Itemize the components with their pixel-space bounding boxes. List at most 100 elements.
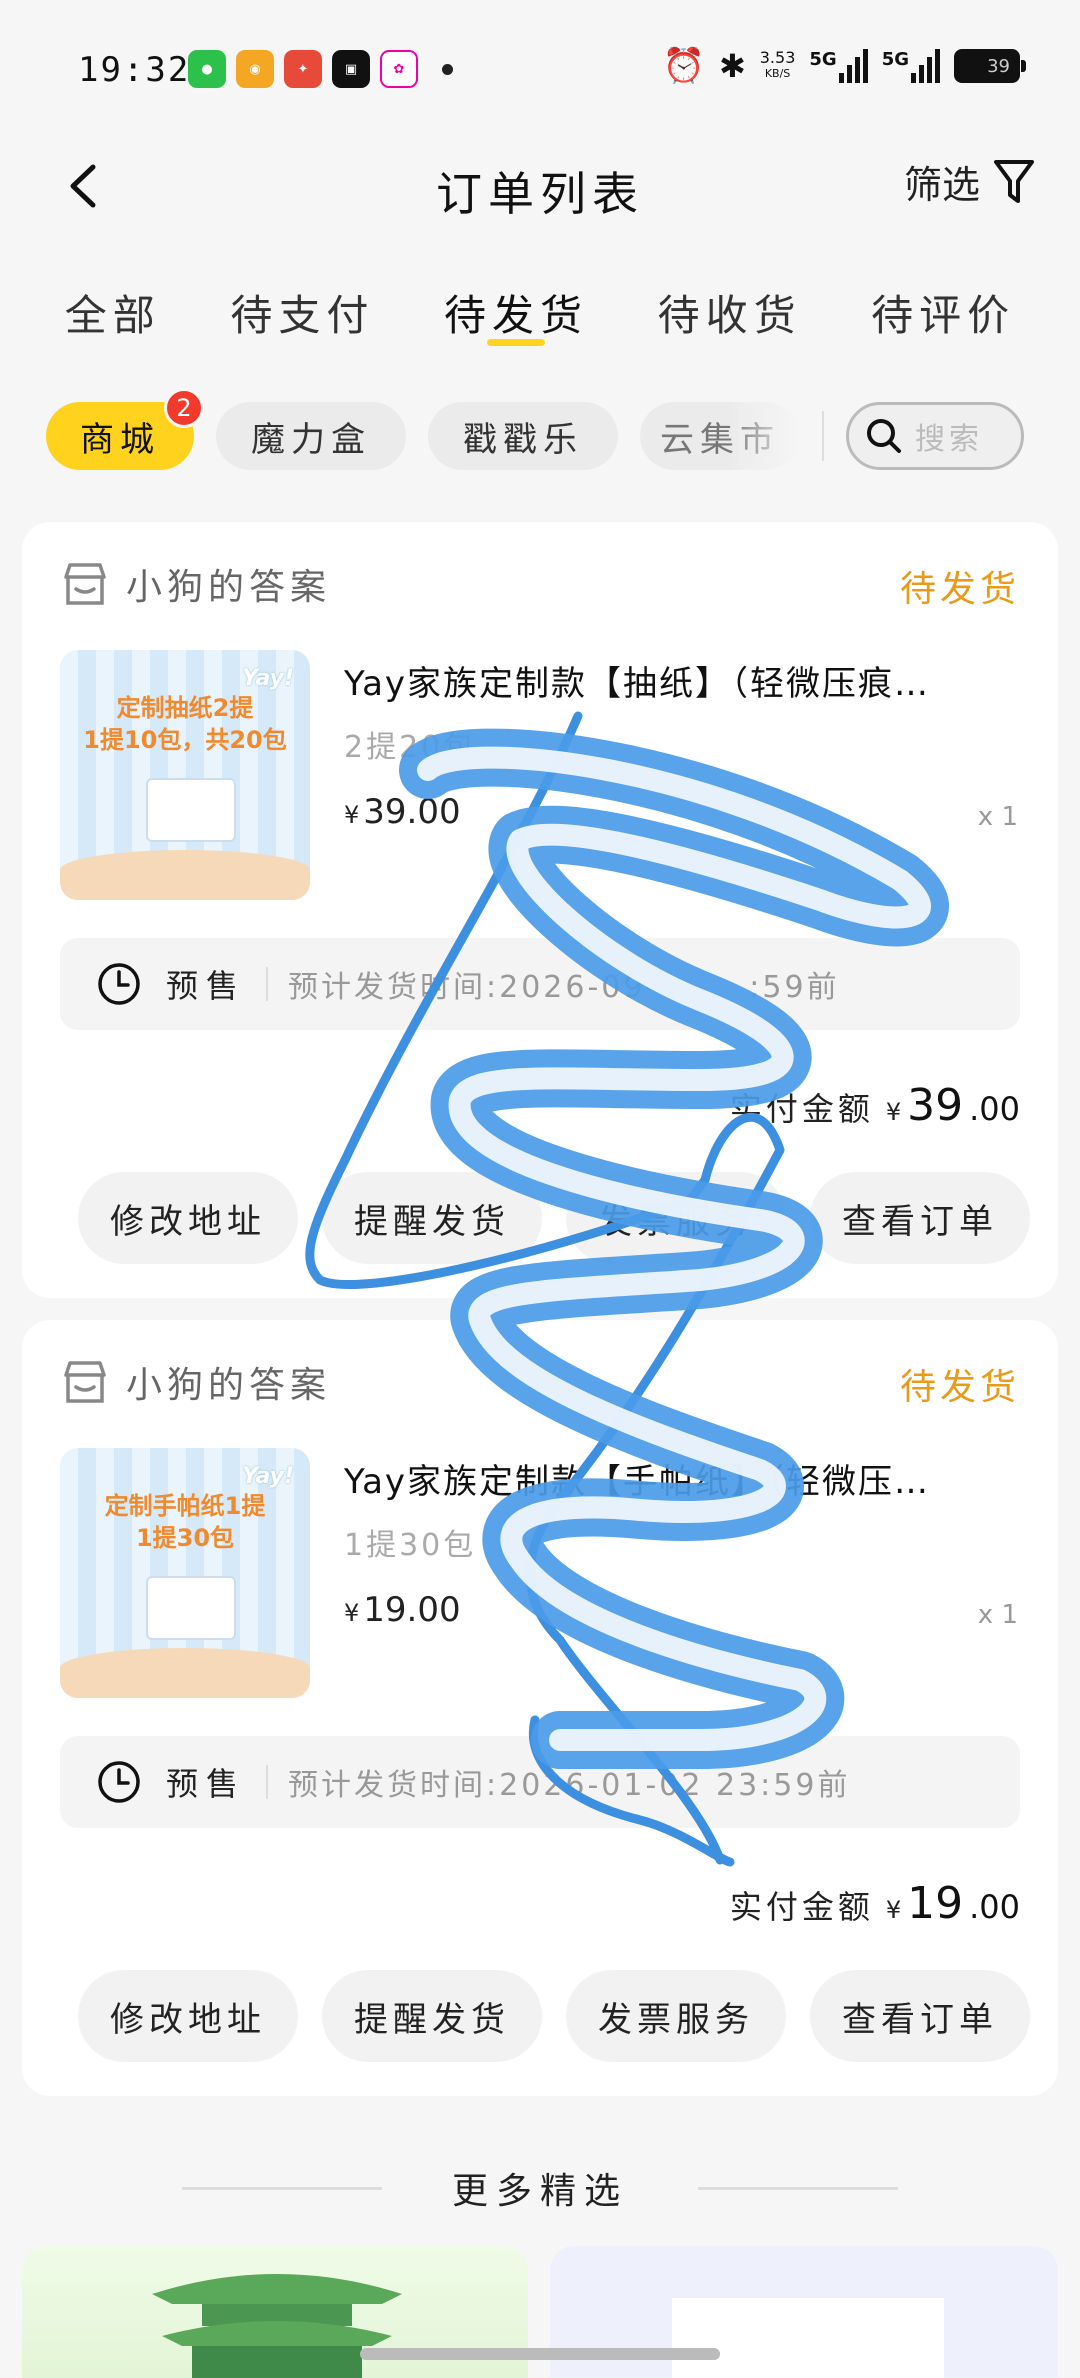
shop-name: 小狗的答案 xyxy=(126,567,332,608)
shop-icon xyxy=(64,563,106,605)
shop-icon xyxy=(64,1361,106,1403)
order-card[interactable]: 小狗的答案 待发货 Yay! 定制抽纸2提 1提10包，共20包 Yay家族定制… xyxy=(22,522,1058,1298)
order-status: 待发货 xyxy=(899,569,1020,610)
order-card[interactable]: 小狗的答案 待发货 Yay! 定制手帕纸1提 1提30包 Yay家族定制款【手帕… xyxy=(22,1320,1058,2096)
search-icon xyxy=(867,419,901,453)
product-spec: 2提20包 xyxy=(344,730,477,765)
total-paid: 实付金额 ¥ 39.00 xyxy=(730,1080,1020,1131)
chip-mall-label: 商城 xyxy=(80,419,160,460)
status-bar: 19:32 ● ◉ ✦ ▣ ✿ ⏰ ✱ 3.53 KB/S 5G 5G 39 xyxy=(0,0,1080,130)
category-chips: 商城 2 魔力盒 戳戳乐 云集市 搜索 xyxy=(46,388,1046,472)
product-image-brand: Yay! xyxy=(242,1464,294,1489)
battery-level: 39 xyxy=(987,55,1010,77)
shop-row[interactable]: 小狗的答案 xyxy=(60,1356,331,1408)
net-speed: 3.53 KB/S xyxy=(760,50,796,82)
price-symbol: ¥ xyxy=(344,801,360,829)
product-quantity: x 1 xyxy=(977,1600,1018,1630)
product-image-floor xyxy=(60,850,310,900)
tissue-box-illustration xyxy=(146,778,236,842)
product-image-brand: Yay! xyxy=(242,666,294,691)
total-paid: 实付金额 ¥ 19.00 xyxy=(730,1878,1020,1929)
view-order-button[interactable]: 查看订单 xyxy=(810,1970,1030,2062)
status-indicators: ⏰ ✱ 3.53 KB/S 5G 5G 39 xyxy=(662,46,1026,86)
presale-tag: 预售 xyxy=(166,1765,247,1803)
total-integer: 19 xyxy=(907,1878,964,1929)
chip-poke-fun[interactable]: 戳戳乐 xyxy=(428,402,618,470)
total-symbol: ¥ xyxy=(885,1098,902,1126)
more-title: 更多精选 xyxy=(451,2171,628,2212)
product-image[interactable]: Yay! 定制手帕纸1提 1提30包 xyxy=(60,1448,310,1698)
order-actions: 修改地址 提醒发货 发票服务 查看订单 xyxy=(78,1970,1048,2062)
product-image-text: 定制抽纸2提 1提10包，共20包 xyxy=(83,694,287,754)
presale-info: 预售 预计发货时间:2026-09- :59前 xyxy=(60,938,1020,1030)
search-button[interactable]: 搜索 xyxy=(846,402,1024,470)
invoice-service-button[interactable]: 发票服务 xyxy=(566,1172,786,1264)
chip-mall-badge: 2 xyxy=(164,388,204,428)
price-value: 39.00 xyxy=(363,792,461,832)
tab-pending-payment[interactable]: 待支付 xyxy=(230,270,374,360)
recommendation-image xyxy=(672,2298,944,2378)
more-notifications-dot xyxy=(442,63,453,75)
net-speed-value: 3.53 xyxy=(759,48,796,67)
presale-ship-time: 预计发货时间:2026-01-02 23:59前 xyxy=(288,1768,851,1803)
total-label: 实付金额 xyxy=(729,1090,874,1128)
tab-pending-review[interactable]: 待评价 xyxy=(871,270,1015,360)
signal-2-label: 5G xyxy=(881,49,909,70)
view-order-button[interactable]: 查看订单 xyxy=(810,1172,1030,1264)
chip-divider xyxy=(822,411,824,461)
header: 订单列表 筛选 xyxy=(0,130,1080,240)
product-image-text: 定制手帕纸1提 1提30包 xyxy=(104,1492,266,1552)
status-time: 19:32 xyxy=(78,50,191,90)
presale-divider xyxy=(266,967,269,1001)
wechat-icon: ● xyxy=(188,50,226,88)
filter-button[interactable]: 筛选 xyxy=(904,154,1036,209)
modify-address-button[interactable]: 修改地址 xyxy=(78,1172,298,1264)
signal-1-label: 5G xyxy=(809,49,837,70)
total-integer: 39 xyxy=(907,1080,964,1131)
weibo-icon: ◉ xyxy=(236,50,274,88)
shop-row[interactable]: 小狗的答案 xyxy=(60,558,331,610)
alarm-icon: ⏰ xyxy=(662,46,705,86)
chip-magic-box[interactable]: 魔力盒 xyxy=(216,402,406,470)
invoice-service-button[interactable]: 发票服务 xyxy=(566,1970,786,2062)
product-price: ¥39.00 xyxy=(344,792,461,832)
total-decimal: .00 xyxy=(969,1888,1020,1926)
remind-shipment-button[interactable]: 提醒发货 xyxy=(322,1172,542,1264)
status-app-icons: ● ◉ ✦ ▣ ✿ xyxy=(188,50,453,88)
product-spec: 1提30包 xyxy=(344,1528,477,1563)
chip-mall[interactable]: 商城 2 xyxy=(46,388,204,470)
remind-shipment-button[interactable]: 提醒发货 xyxy=(322,1970,542,2062)
battery-icon: 39 xyxy=(954,49,1026,83)
order-status-tabs: 全部 待支付 待发货 待收货 待评价 xyxy=(0,270,1080,370)
tissue-box-illustration xyxy=(146,1576,236,1640)
product-image-floor xyxy=(60,1648,310,1698)
tab-pending-shipment[interactable]: 待发货 xyxy=(444,270,588,360)
dewu-icon: ▣ xyxy=(332,50,370,88)
more-section-header: 更多精选 xyxy=(0,2162,1080,2214)
clock-icon xyxy=(98,1761,140,1803)
product-image[interactable]: Yay! 定制抽纸2提 1提10包，共20包 xyxy=(60,650,310,900)
presale-tag: 预售 xyxy=(166,967,247,1005)
clock-icon xyxy=(98,963,140,1005)
presale-info: 预售 预计发货时间:2026-01-02 23:59前 xyxy=(60,1736,1020,1828)
divider-line xyxy=(181,2186,382,2190)
bluetooth-icon: ✱ xyxy=(718,47,746,85)
presale-ship-time: 预计发货时间:2026-09- xyxy=(288,970,660,1005)
total-decimal: .00 xyxy=(969,1090,1020,1128)
signal-1-icon: 5G xyxy=(809,49,868,83)
order-status: 待发货 xyxy=(899,1367,1020,1408)
order-actions: 修改地址 提醒发货 发票服务 查看订单 xyxy=(78,1172,1048,1264)
chip-cloud-market[interactable]: 云集市 xyxy=(640,402,800,470)
product-name[interactable]: Yay家族定制款【手帕纸】（轻微压… xyxy=(344,1454,1024,1503)
product-name[interactable]: Yay家族定制款【抽纸】（轻微压痕… xyxy=(344,656,1024,705)
modify-address-button[interactable]: 修改地址 xyxy=(78,1970,298,2062)
tab-all[interactable]: 全部 xyxy=(65,270,161,360)
flower-app-icon: ✿ xyxy=(380,50,418,88)
tab-pending-receipt[interactable]: 待收货 xyxy=(658,270,802,360)
product-quantity: x 1 xyxy=(977,802,1018,832)
home-indicator[interactable] xyxy=(360,2348,720,2360)
price-symbol: ¥ xyxy=(344,1599,360,1627)
search-placeholder: 搜索 xyxy=(915,422,983,457)
total-symbol: ¥ xyxy=(885,1896,902,1924)
presale-ship-time-tail: :59前 xyxy=(749,970,840,1005)
